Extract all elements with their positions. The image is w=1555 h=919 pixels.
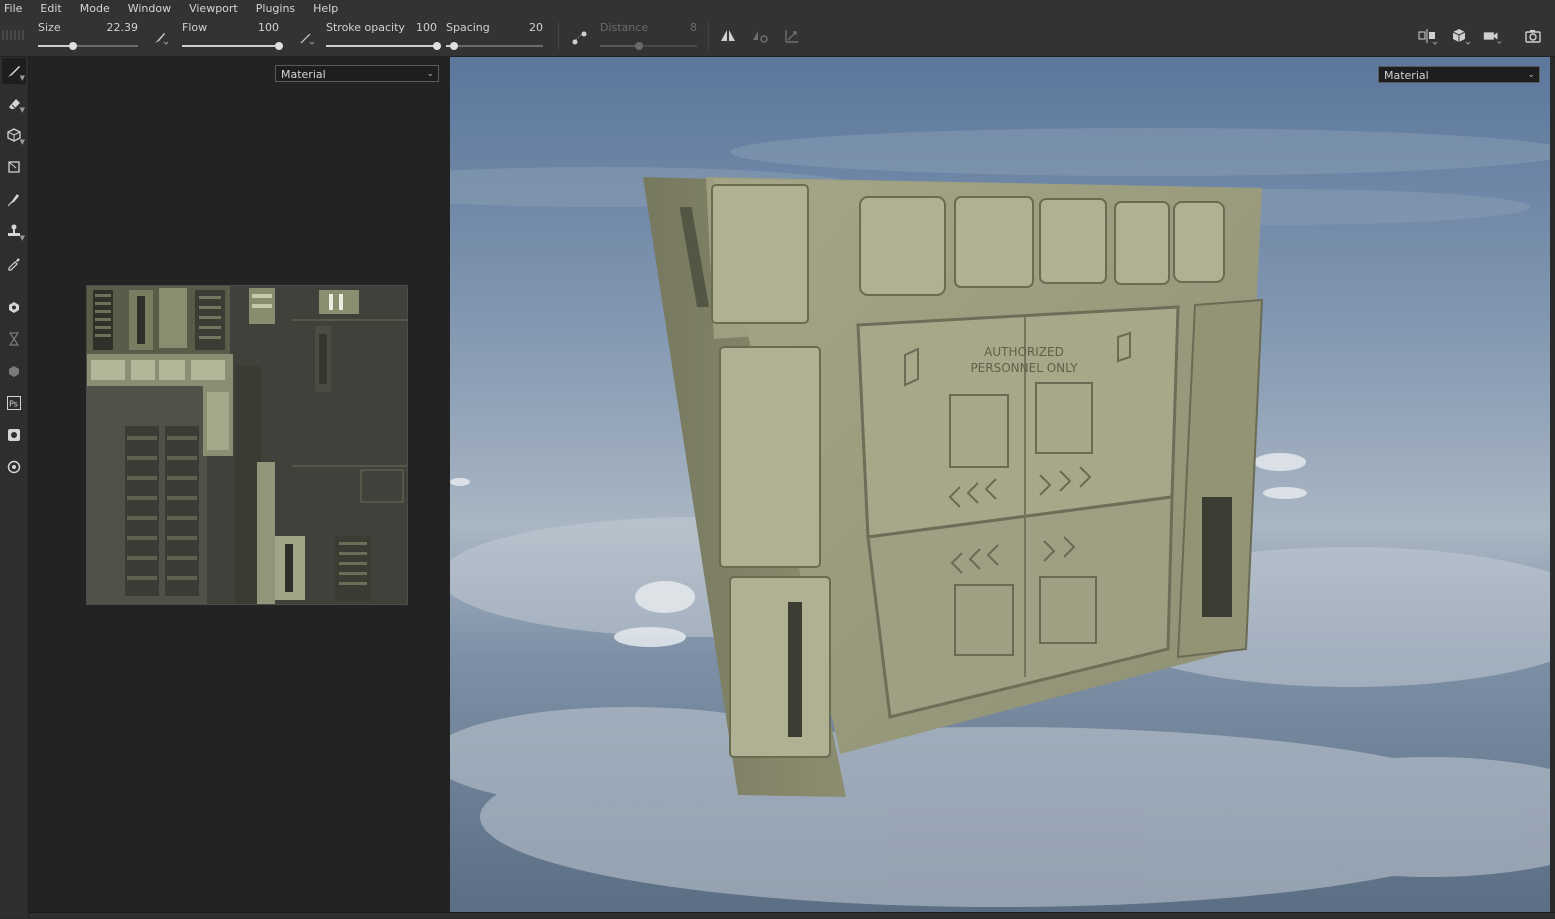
export-icon[interactable] (2, 422, 26, 448)
size-slider[interactable]: Size 22.39 (38, 19, 138, 53)
viewport-channel-dropdown-value: Material (1384, 69, 1429, 82)
stroke-opacity-slider[interactable]: Stroke opacity 100 (326, 19, 441, 53)
photoshop-icon[interactable]: Ps (2, 390, 26, 416)
stroke-opacity-knob[interactable] (433, 42, 441, 50)
uv-channel-dropdown-value: Material (281, 68, 326, 81)
size-label: Size (38, 21, 61, 34)
size-value[interactable]: 22.39 (107, 21, 139, 34)
flow-value[interactable]: 100 (258, 21, 279, 34)
hourglass-icon[interactable] (2, 326, 26, 352)
decal-text-line2: PERSONNEL ONLY (970, 361, 1078, 375)
tool-properties-bar: Size 22.39 Flow 100 Stroke opacity 100 S… (0, 16, 1555, 57)
distance-label: Distance (600, 21, 649, 34)
menu-bar: File Edit Mode Window Viewport Plugins H… (0, 0, 1555, 16)
distance-value[interactable]: 8 (690, 21, 697, 34)
toolbar-divider (558, 22, 559, 50)
viewport-channel-dropdown[interactable]: Material ⌄ (1378, 66, 1540, 83)
svg-text:Ps: Ps (9, 400, 18, 409)
clone-stamp-icon[interactable]: ▼ (2, 218, 26, 244)
bake-icon[interactable] (2, 358, 26, 384)
viewport-scene: AUTHORIZED PERSONNEL ONLY (450, 57, 1550, 912)
chevron-down-icon: ⌄ (426, 69, 434, 79)
stroke-opacity-label: Stroke opacity (326, 21, 405, 34)
display-cube-icon[interactable] (1450, 26, 1470, 46)
brush-pressure-icon[interactable] (150, 28, 170, 48)
chevron-down-icon: ⌄ (1527, 70, 1535, 80)
symmetry-icon[interactable] (718, 26, 738, 46)
distance-knob[interactable] (634, 42, 643, 50)
smudge-icon[interactable] (2, 186, 26, 212)
eraser-icon[interactable]: ▼ (2, 90, 26, 116)
3d-viewport[interactable]: AUTHORIZED PERSONNEL ONLY Material ⌄ (450, 57, 1550, 912)
spacing-knob[interactable] (449, 42, 458, 50)
projection-cube-icon[interactable]: ▼ (2, 122, 26, 148)
menu-plugins[interactable]: Plugins (256, 2, 295, 15)
toolbar-divider (708, 22, 709, 50)
menu-mode[interactable]: Mode (80, 2, 110, 15)
right-scrollbar[interactable] (1550, 57, 1555, 912)
camera-video-icon[interactable] (1482, 26, 1502, 46)
distance-slider[interactable]: Distance 8 (600, 19, 697, 53)
uv-channel-dropdown[interactable]: Material ⌄ (275, 65, 439, 82)
flow-track[interactable] (182, 42, 283, 50)
flow-knob[interactable] (275, 42, 283, 50)
menu-help[interactable]: Help (313, 2, 338, 15)
polygon-fill-icon[interactable] (2, 154, 26, 180)
uv-editor-panel: Material ⌄ (29, 57, 450, 912)
tool-strip: ▼ ▼ ▼ ▼ Ps (0, 57, 29, 918)
distance-track[interactable] (600, 42, 697, 50)
flow-slider[interactable]: Flow 100 (182, 19, 283, 53)
decal-text-line1: AUTHORIZED (984, 345, 1064, 359)
toolbar-grip[interactable] (2, 30, 24, 40)
screenshot-camera-icon[interactable] (1523, 26, 1543, 46)
lazy-mouse-icon[interactable] (570, 28, 590, 48)
spacing-track[interactable] (446, 42, 543, 50)
menu-file[interactable]: File (4, 2, 22, 15)
paint-brush-icon[interactable]: ▼ (2, 58, 26, 84)
eyedropper-icon[interactable] (2, 250, 26, 276)
uv-texture-map[interactable] (86, 285, 408, 605)
material-settings-icon[interactable] (2, 294, 26, 320)
stroke-opacity-value[interactable]: 100 (416, 21, 437, 34)
flow-pressure-icon[interactable] (296, 28, 316, 48)
stroke-opacity-track[interactable] (326, 42, 441, 50)
split-view-icon[interactable] (1417, 26, 1437, 46)
size-track[interactable] (38, 42, 138, 50)
menu-viewport[interactable]: Viewport (189, 2, 238, 15)
size-knob[interactable] (69, 42, 77, 50)
menu-window[interactable]: Window (128, 2, 171, 15)
spacing-label: Spacing (446, 21, 490, 34)
menu-edit[interactable]: Edit (40, 2, 61, 15)
spacing-value[interactable]: 20 (529, 21, 543, 34)
transform-icon[interactable] (782, 26, 802, 46)
spacing-slider[interactable]: Spacing 20 (446, 19, 543, 53)
flow-label: Flow (182, 21, 208, 34)
plugin-gear-icon[interactable] (2, 454, 26, 480)
symmetry-settings-icon[interactable] (750, 26, 770, 46)
